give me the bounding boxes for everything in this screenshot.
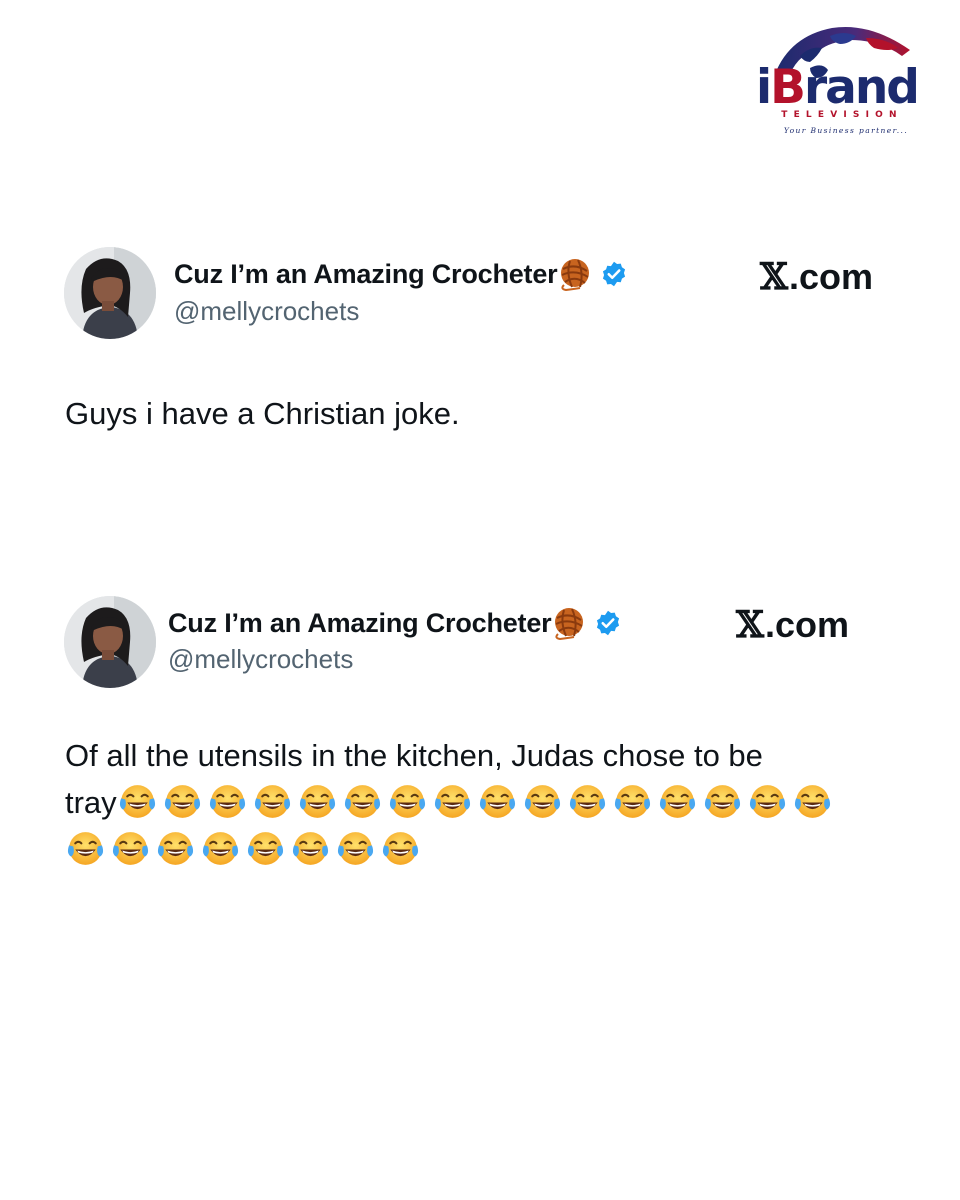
brand-wordmark-rest: rand (803, 60, 920, 115)
source-label: .com (788, 256, 873, 297)
laughing-tears-emoji-icon (254, 785, 290, 818)
laughing-tears-emoji-icon (569, 785, 605, 818)
yarn-ball-icon (561, 259, 590, 291)
yarn-ball-icon (555, 608, 584, 640)
ibrand-television-logo: iBrand TELEVISION Your Business partner.… (748, 14, 932, 142)
laughing-tears-emoji-icon (704, 785, 740, 818)
tweet-text: Guys i have a Christian joke. (65, 390, 460, 437)
handle[interactable]: @mellycrochets (168, 644, 353, 675)
laughing-tears-emoji-icon (337, 832, 374, 865)
tweet-text-word: tray (65, 785, 117, 820)
laughing-tears-emoji-icon (344, 785, 380, 818)
laughing-tears-emoji-icon (479, 785, 515, 818)
laughing-tears-emoji-icon (299, 785, 335, 818)
laughing-tears-emoji-icon (749, 785, 785, 818)
avatar[interactable] (64, 247, 156, 339)
source-link[interactable]: 𝕏 .com (760, 256, 873, 298)
display-name[interactable]: Cuz I’m an Amazing Crocheter (168, 608, 552, 639)
brand-wordmark: iBrand (756, 64, 920, 111)
source-link[interactable]: 𝕏 .com (736, 604, 849, 646)
tweet-text: Of all the utensils in the kitchen, Juda… (65, 732, 837, 873)
laughing-tears-emoji-icon (382, 832, 419, 865)
display-name-row: Cuz I’m an Amazing Crocheter (168, 606, 622, 640)
avatar[interactable] (64, 596, 156, 688)
laughing-tears-emoji-icon (202, 832, 239, 865)
laughing-tears-emoji-icon (157, 832, 194, 865)
laughing-tears-emoji-icon (434, 785, 470, 818)
x-logo-icon: 𝕏 (736, 604, 764, 646)
laughing-tears-emoji-icon (112, 832, 149, 865)
x-logo-icon: 𝕏 (760, 256, 788, 298)
laughing-tears-emoji-icon (292, 832, 329, 865)
emoji-line (65, 826, 837, 873)
source-label: .com (764, 604, 849, 645)
laughing-tears-emoji-icon (247, 832, 284, 865)
emoji-group (117, 782, 837, 823)
display-name[interactable]: Cuz I’m an Amazing Crocheter (174, 259, 558, 290)
laughing-tears-emoji-icon (164, 785, 200, 818)
laughing-tears-emoji-icon (524, 785, 560, 818)
verified-badge-icon (597, 610, 620, 636)
brand-tagline: Your Business partner... (783, 126, 909, 135)
laughing-tears-emoji-icon (389, 785, 425, 818)
laughing-tears-emoji-icon (119, 785, 155, 818)
verified-badge-icon (603, 261, 626, 287)
laughing-tears-emoji-icon (659, 785, 695, 818)
tweet-text-line: Guys i have a Christian joke. (65, 396, 460, 431)
tweet-text-line: Of all the utensils in the kitchen, Juda… (65, 738, 763, 773)
tweet-text-line-with-emoji: tray (65, 779, 837, 826)
laughing-tears-emoji-icon (67, 832, 104, 865)
brand-subtitle: TELEVISION (781, 110, 903, 120)
laughing-tears-emoji-icon (794, 785, 830, 818)
avatar-photo-icon (64, 247, 156, 339)
avatar-photo-icon (64, 596, 156, 688)
handle[interactable]: @mellycrochets (174, 296, 359, 327)
laughing-tears-emoji-icon (614, 785, 650, 818)
brand-wordmark-b: B (770, 60, 806, 115)
emoji-group (65, 829, 425, 870)
display-name-row: Cuz I’m an Amazing Crocheter (174, 257, 628, 291)
brand-wordmark-i: i (756, 60, 772, 115)
laughing-tears-emoji-icon (209, 785, 245, 818)
